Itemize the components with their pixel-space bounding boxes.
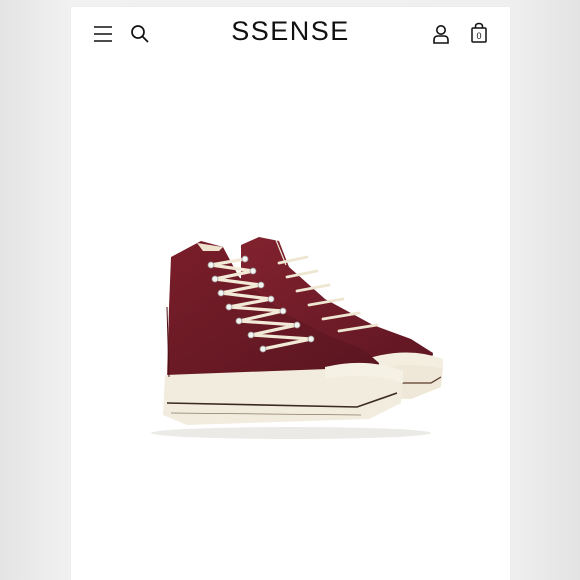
hamburger-menu-icon <box>94 26 112 42</box>
product-image[interactable] <box>111 207 471 457</box>
site-header: SSENSE 0 <box>71 7 510 63</box>
search-button[interactable] <box>127 21 153 47</box>
shopping-bag-button[interactable]: 0 <box>466 21 492 47</box>
phone-screen: SSENSE 0 <box>71 7 510 580</box>
account-button[interactable] <box>428 21 454 47</box>
search-icon <box>131 25 149 43</box>
menu-button[interactable] <box>90 21 116 47</box>
site-logo[interactable]: SSENSE <box>191 16 390 46</box>
shadow <box>151 427 431 439</box>
user-icon <box>433 25 449 44</box>
bag-count-badge: 0 <box>476 31 482 41</box>
